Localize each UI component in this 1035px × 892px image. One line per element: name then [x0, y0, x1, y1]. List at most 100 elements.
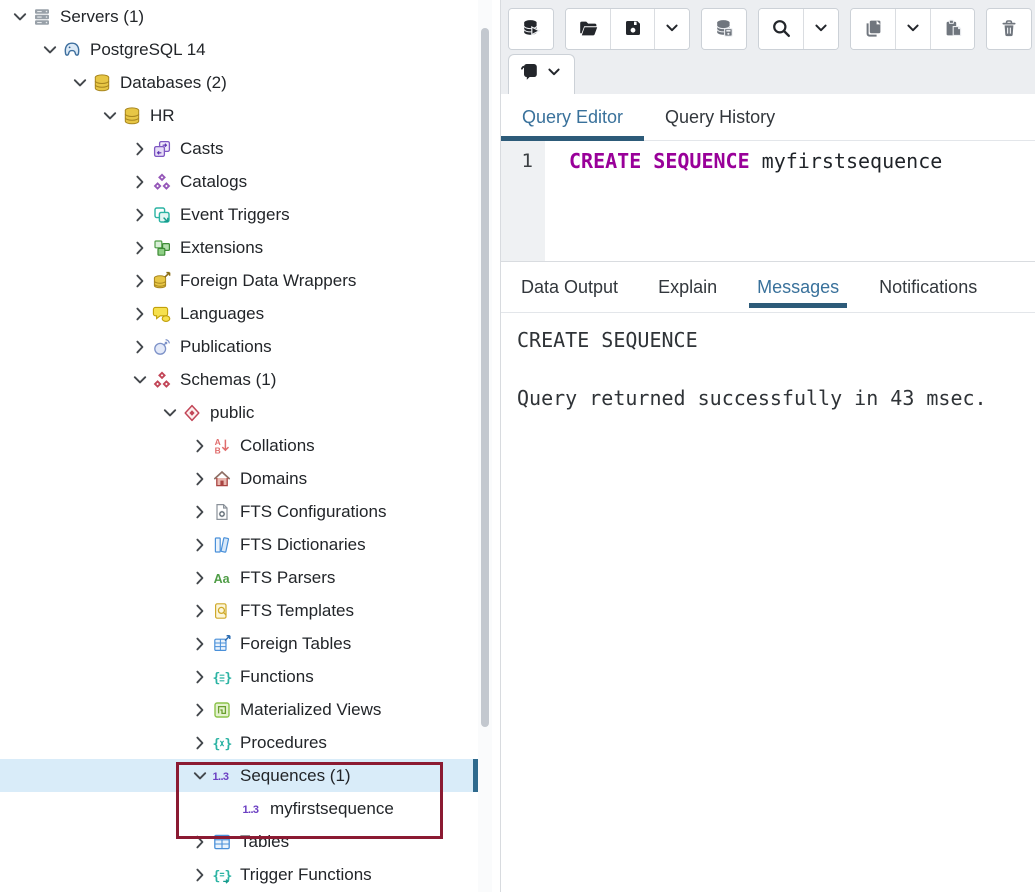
toolbar-group: [565, 8, 690, 50]
chevron-collapsed-icon[interactable]: [188, 865, 212, 885]
folder-open-icon: [578, 18, 598, 41]
search-icon: [771, 18, 791, 41]
copy-button[interactable]: [851, 9, 895, 49]
chevron-down-icon: [903, 18, 923, 41]
copy-options-button[interactable]: [895, 9, 930, 49]
sql-editor: 1 CREATE SEQUENCE myfirstsequence: [501, 141, 1035, 261]
tree-item-fts-templates[interactable]: FTS Templates: [0, 594, 478, 627]
chevron-collapsed-icon[interactable]: [188, 601, 212, 621]
tree-item-label: Databases (2): [119, 73, 227, 93]
chevron-collapsed-icon[interactable]: [188, 469, 212, 489]
tree-item-domains[interactable]: Domains: [0, 462, 478, 495]
chevron-collapsed-icon[interactable]: [128, 271, 152, 291]
chevron-expanded-icon[interactable]: [128, 370, 152, 390]
extensions-icon: [152, 238, 176, 258]
tree-item-servers-1[interactable]: Servers (1): [0, 0, 478, 33]
open-file-button[interactable]: [566, 9, 610, 49]
tree-item-schemas-1[interactable]: Schemas (1): [0, 363, 478, 396]
tree-item-hr[interactable]: HR: [0, 99, 478, 132]
tree-scrollbar-thumb[interactable]: [481, 28, 489, 727]
tab-query-editor[interactable]: Query Editor: [501, 94, 644, 140]
find-options-button[interactable]: [803, 9, 838, 49]
tree-item-extensions[interactable]: Extensions: [0, 231, 478, 264]
tree-item-label: FTS Templates: [239, 601, 354, 621]
tab-query-history[interactable]: Query History: [644, 94, 796, 140]
tree-item-languages[interactable]: Languages: [0, 297, 478, 330]
paste-button[interactable]: [930, 9, 974, 49]
catalogs-icon: [152, 172, 176, 192]
sequences-icon: 1..3: [212, 766, 236, 786]
chevron-collapsed-icon[interactable]: [128, 172, 152, 192]
tree-item-trigger-functions[interactable]: {}Trigger Functions: [0, 858, 478, 891]
chevron-collapsed-icon[interactable]: [188, 568, 212, 588]
query-connection-button[interactable]: [509, 9, 553, 49]
chevron-collapsed-icon[interactable]: [128, 205, 152, 225]
chevron-expanded-icon[interactable]: [158, 403, 182, 423]
tree-item-fts-parsers[interactable]: AaFTS Parsers: [0, 561, 478, 594]
tables-icon: [212, 832, 236, 852]
tree-item-tables[interactable]: Tables: [0, 825, 478, 858]
tree-item-myfirstsequence[interactable]: 1..3myfirstsequence: [0, 792, 478, 825]
tree-item-foreign-data-wrappers[interactable]: Foreign Data Wrappers: [0, 264, 478, 297]
tab-data-output[interactable]: Data Output: [501, 262, 638, 312]
tree-item-sequences-1[interactable]: 1..3Sequences (1): [0, 759, 478, 792]
chevron-collapsed-icon[interactable]: [188, 832, 212, 852]
schemas-icon: [152, 370, 176, 390]
tree-item-label: Foreign Data Wrappers: [179, 271, 356, 291]
chevron-collapsed-icon[interactable]: [188, 634, 212, 654]
tree-item-databases-2[interactable]: Databases (2): [0, 66, 478, 99]
chevron-expanded-icon[interactable]: [68, 73, 92, 93]
chevron-collapsed-icon[interactable]: [128, 337, 152, 357]
chevron-collapsed-icon[interactable]: [188, 502, 212, 522]
tree-item-label: Casts: [179, 139, 223, 159]
tree-item-procedures[interactable]: {}Procedures: [0, 726, 478, 759]
commit-button[interactable]: [702, 9, 746, 49]
event-triggers-icon: [152, 205, 176, 225]
save-options-button[interactable]: [654, 9, 689, 49]
trash-icon: [999, 18, 1019, 41]
tree-item-casts[interactable]: Casts: [0, 132, 478, 165]
tree-item-materialized-views[interactable]: Materialized Views: [0, 693, 478, 726]
paste-icon: [943, 18, 963, 41]
tree-item-fts-configurations[interactable]: FTS Configurations: [0, 495, 478, 528]
toolbar-group: [758, 8, 839, 50]
tree-item-catalogs[interactable]: Catalogs: [0, 165, 478, 198]
tree-item-public[interactable]: public: [0, 396, 478, 429]
tab-explain[interactable]: Explain: [638, 262, 737, 312]
chevron-spacer: [218, 799, 242, 819]
find-button[interactable]: [759, 9, 803, 49]
chevron-collapsed-icon[interactable]: [128, 238, 152, 258]
chevron-collapsed-icon[interactable]: [188, 436, 212, 456]
query-tool-panel: Query EditorQuery History 1 CREATE SEQUE…: [500, 0, 1035, 892]
chevron-collapsed-icon[interactable]: [188, 700, 212, 720]
panel-divider[interactable]: [492, 0, 500, 892]
chevron-collapsed-icon[interactable]: [188, 535, 212, 555]
servers-icon: [32, 7, 56, 27]
tree-item-label: Trigger Functions: [239, 865, 372, 885]
chevron-collapsed-icon[interactable]: [188, 733, 212, 753]
tree-item-collations[interactable]: ABCollations: [0, 429, 478, 462]
save-file-button[interactable]: [610, 9, 654, 49]
delete-button[interactable]: [987, 9, 1031, 49]
tree-item-fts-dictionaries[interactable]: FTS Dictionaries: [0, 528, 478, 561]
chevron-collapsed-icon[interactable]: [128, 304, 152, 324]
foreign-data-wrappers-icon: [152, 271, 176, 291]
chevron-collapsed-icon[interactable]: [128, 139, 152, 159]
tree-item-foreign-tables[interactable]: Foreign Tables: [0, 627, 478, 660]
tree-item-functions[interactable]: {}Functions: [0, 660, 478, 693]
languages-icon: [152, 304, 176, 324]
tree-item-postgresql-14[interactable]: PostgreSQL 14: [0, 33, 478, 66]
tree-item-event-triggers[interactable]: Event Triggers: [0, 198, 478, 231]
chevron-expanded-icon[interactable]: [98, 106, 122, 126]
chevron-down-icon[interactable]: [544, 62, 564, 87]
chevron-collapsed-icon[interactable]: [188, 667, 212, 687]
sql-code-area[interactable]: CREATE SEQUENCE myfirstsequence: [545, 141, 1035, 261]
chevron-expanded-icon[interactable]: [188, 766, 212, 786]
message-line: CREATE SEQUENCE: [517, 326, 1035, 355]
tab-notifications[interactable]: Notifications: [859, 262, 997, 312]
tab-messages[interactable]: Messages: [737, 262, 859, 312]
tree-item-publications[interactable]: Publications: [0, 330, 478, 363]
chevron-expanded-icon[interactable]: [8, 7, 32, 27]
chevron-expanded-icon[interactable]: [38, 40, 62, 60]
query-connection-tab[interactable]: [508, 54, 575, 94]
